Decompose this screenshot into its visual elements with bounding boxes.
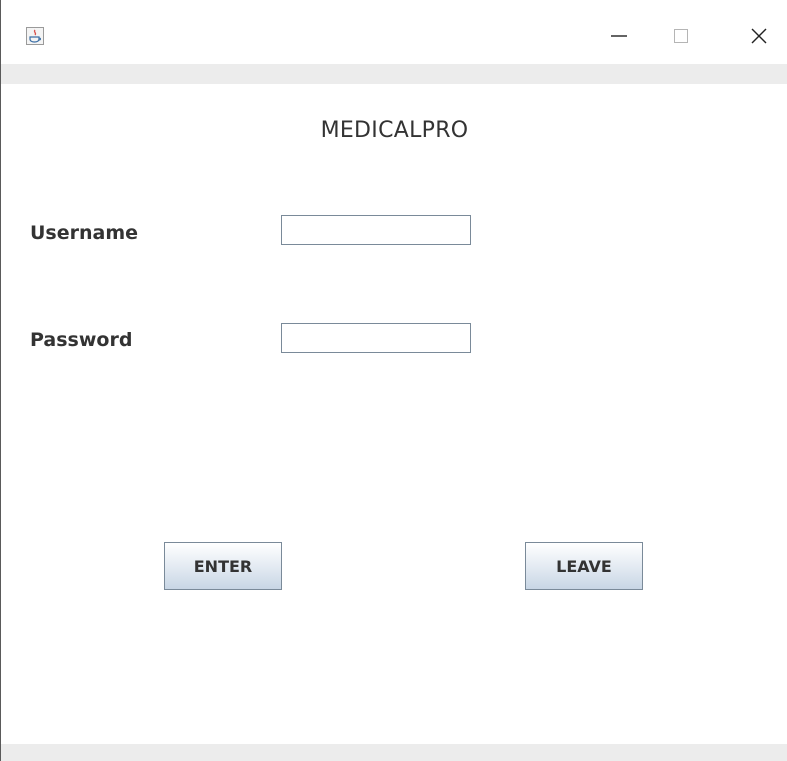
close-icon	[751, 28, 767, 44]
username-label: Username	[30, 222, 139, 244]
close-button[interactable]	[736, 14, 782, 58]
login-window: MEDICALPRO Username Password ENTER LEAVE	[0, 0, 787, 761]
enter-button[interactable]: ENTER	[164, 542, 282, 590]
password-field[interactable]	[281, 323, 471, 353]
status-strip	[1, 744, 787, 761]
minimize-icon	[611, 35, 627, 37]
title-bar[interactable]	[1, 0, 787, 64]
maximize-button[interactable]	[658, 14, 704, 58]
menu-strip	[1, 64, 787, 84]
maximize-icon	[674, 29, 688, 43]
java-icon[interactable]	[26, 27, 44, 45]
username-field[interactable]	[281, 215, 471, 245]
password-label: Password	[30, 329, 133, 351]
leave-button[interactable]: LEAVE	[525, 542, 643, 590]
app-title: MEDICALPRO	[320, 118, 469, 143]
minimize-button[interactable]	[596, 14, 642, 58]
